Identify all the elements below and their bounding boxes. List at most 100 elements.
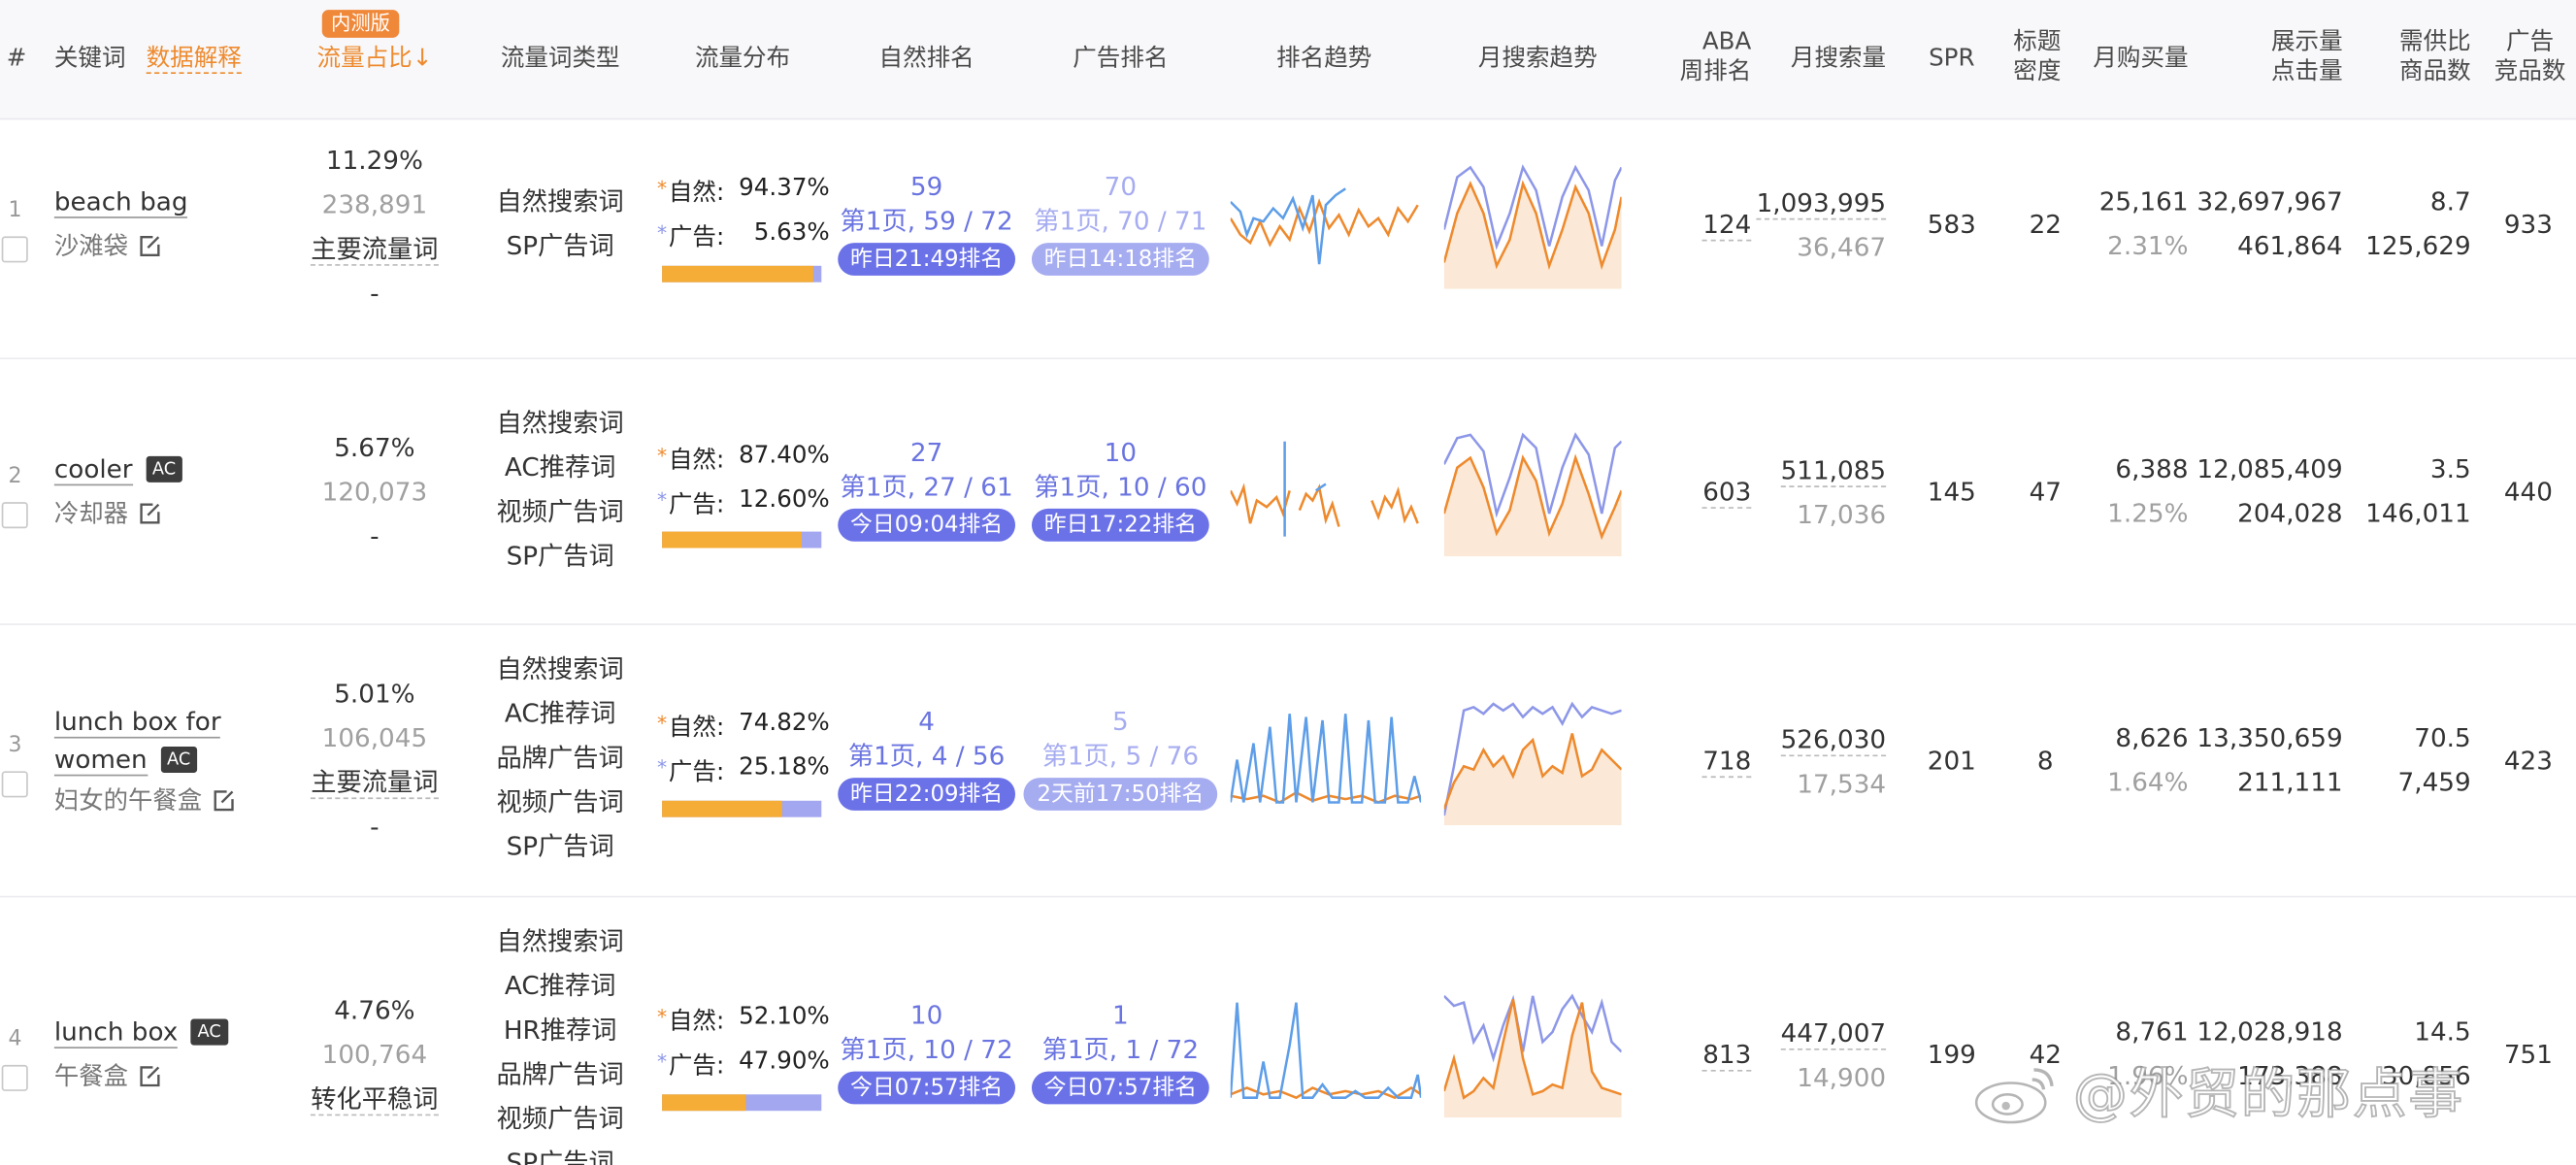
header-impressions-line1: 展示量 (2271, 29, 2343, 56)
keyword-translation: 妇女的午餐盒 (54, 782, 235, 818)
header-ad-competitors[interactable]: 广告 竞品数 (2491, 28, 2569, 87)
ad-rank-cell: 1 第1页, 1 / 72 今日07:57排名 (1022, 999, 1219, 1105)
ad-rank-time-badge[interactable]: 昨日14:18排名 (1031, 243, 1210, 276)
monthly-search-value: 526,030 (1780, 725, 1887, 757)
ad-rank-value: 70 (1104, 172, 1138, 202)
monthly-search: 1,093,995 (1751, 188, 1887, 220)
header-monthly-search[interactable]: 月搜索量 (1765, 45, 1886, 74)
table-row[interactable]: 2 cooler AC 冷却器 5.67% 120,073 - 自然搜索词 AC推… (0, 359, 2576, 625)
keyword-text[interactable]: cooler (53, 454, 133, 486)
traffic-distribution: * 自然: 87.40% * 广告: 12.60% (657, 435, 835, 523)
organic-label: 自然: (668, 1009, 725, 1036)
edit-icon[interactable] (138, 502, 161, 531)
table-row[interactable]: 1 beach bag 沙滩袋 11.29% 238,891 主要流量词 - 自… (0, 119, 2576, 360)
rank-trend-sparkline[interactable] (1230, 711, 1422, 813)
rank-trend-sparkline[interactable] (1230, 185, 1421, 271)
header-traffic-dist: 流量分布 (694, 46, 791, 73)
organic-fill (662, 265, 813, 283)
keyword-link[interactable]: lunch box for women AC (53, 704, 221, 780)
organic-rank-value: 27 (909, 438, 943, 468)
spr-value: 145 (1927, 477, 1976, 508)
organic-label: 自然: (668, 715, 725, 742)
traffic-type: 自然搜索词 (496, 926, 624, 957)
data-explain-text[interactable]: 数据解释 (146, 46, 242, 75)
monthly-search-trend[interactable] (1443, 164, 1622, 289)
ad-rank-time-badge[interactable]: 2天前17:50排名 (1023, 778, 1217, 811)
organic-rank-time-badge[interactable]: 今日07:57排名 (837, 1071, 1016, 1105)
header-traffic-share-sort[interactable]: 流量占比↓ (302, 45, 446, 74)
monthly-search-trend[interactable] (1443, 701, 1622, 826)
ad-pct: 5.63% (753, 219, 830, 247)
keyword-text[interactable]: lunch box (53, 1016, 179, 1048)
data-explain-link[interactable]: 数据解释 (146, 45, 242, 75)
weibo-logo-icon (1971, 1060, 2060, 1126)
keyword-text[interactable]: beach bag (53, 186, 188, 218)
share-label: 主要流量词 (301, 234, 448, 266)
organic-rank-time-badge[interactable]: 昨日22:09排名 (837, 778, 1016, 811)
supply-products: 8.7 125,629 (2349, 181, 2471, 269)
header-index: # (6, 46, 27, 73)
supply-ratio-value: 70.5 (2414, 723, 2471, 753)
header-keyword[interactable]: 关键词 (54, 45, 126, 74)
share-label: 转化平稳词 (301, 1084, 448, 1116)
asterisk-icon: * (657, 177, 668, 201)
traffic-type: 视频广告词 (496, 787, 624, 817)
keyword-cn-text: 妇女的午餐盒 (53, 785, 203, 816)
traffic-type: AC推荐词 (504, 971, 616, 1001)
purchase-value: 8,626 (2115, 723, 2189, 753)
organic-pct: 52.10% (739, 1004, 830, 1031)
keyword-link[interactable]: lunch box AC (53, 1016, 228, 1048)
share-label-text: 主要流量词 (311, 767, 439, 800)
row-checkbox[interactable] (1, 1064, 28, 1091)
traffic-type: AC推荐词 (504, 452, 616, 483)
organic-rank-value: 4 (918, 707, 935, 737)
traffic-type-list: 自然搜索词 AC推荐词 视频广告词 SP广告词 (483, 402, 638, 580)
header-spr[interactable]: SPR (1916, 45, 1988, 74)
monthly-purchase: 8,626 1.64% (2057, 717, 2188, 806)
distribution-bar (662, 800, 822, 817)
monthly-search-trend[interactable] (1443, 431, 1622, 556)
header-title-density[interactable]: 标题 密度 (2007, 28, 2066, 87)
traffic-type: 品牌广告词 (496, 1059, 624, 1090)
edit-icon[interactable] (212, 789, 235, 818)
keyword-text-line2[interactable]: women (53, 745, 148, 777)
organic-rank-value: 10 (909, 1000, 943, 1031)
ad-rank-time-badge[interactable]: 昨日17:22排名 (1031, 508, 1210, 542)
organic-rank-cell: 4 第1页, 4 / 56 昨日22:09排名 (828, 706, 1025, 811)
organic-rank-time-badge[interactable]: 昨日21:49排名 (837, 243, 1016, 276)
organic-rank-time-badge[interactable]: 今日09:04排名 (837, 508, 1016, 542)
products-value: 146,011 (2365, 498, 2471, 529)
table-header: # 关键词 数据解释 内测版 流量占比↓ 流量词类型 流量分布 自然排名 广告排… (0, 0, 2576, 120)
row-checkbox[interactable] (1, 236, 28, 263)
edit-icon[interactable] (138, 235, 161, 264)
rank-trend-sparkline[interactable] (1230, 996, 1422, 1105)
table-row[interactable]: 3 lunch box for women AC 妇女的午餐盒 5.01% 106,… (0, 624, 2576, 898)
keyword-link[interactable]: cooler AC (53, 454, 182, 486)
supply-ratio-value: 8.7 (2429, 186, 2471, 217)
ad-rank-value: 10 (1104, 438, 1138, 468)
purchase-value: 8,761 (2115, 1016, 2189, 1048)
header-impressions[interactable]: 展示量 点击量 (2244, 28, 2343, 87)
header-monthly-purchase[interactable]: 月购买量 (2073, 45, 2188, 74)
header-supply-ratio[interactable]: 需供比 商品数 (2375, 28, 2471, 87)
traffic-type-list: 自然搜索词 SP广告词 (483, 181, 638, 269)
keyword-text[interactable]: lunch box for (53, 707, 221, 739)
organic-rank-page: 第1页, 4 / 56 (847, 741, 1006, 772)
keyword-translation: 冷却器 (54, 495, 161, 531)
header-aba-rank[interactable]: ABA 周排名 (1660, 28, 1752, 87)
rank-trend-sparkline[interactable] (1230, 441, 1421, 544)
organic-fill (662, 800, 781, 817)
keyword-link[interactable]: beach bag (53, 186, 188, 218)
organic-rank-page: 第1页, 59 / 72 (840, 206, 1013, 237)
products-value: 7,459 (2397, 767, 2471, 798)
ad-rank-page: 第1页, 1 / 72 (1041, 1035, 1200, 1065)
keyword-table: # 关键词 数据解释 内测版 流量占比↓ 流量词类型 流量分布 自然排名 广告排… (0, 0, 2576, 1165)
organic-rank-cell: 59 第1页, 59 / 72 昨日21:49排名 (828, 171, 1025, 276)
distribution-bar (662, 1094, 822, 1112)
monthly-search-trend[interactable] (1443, 993, 1622, 1117)
edit-icon[interactable] (138, 1065, 161, 1094)
row-checkbox[interactable] (1, 771, 28, 798)
watermark-text: @外贸的那点事 (2072, 1061, 2464, 1127)
row-checkbox[interactable] (1, 502, 28, 529)
ad-rank-time-badge[interactable]: 今日07:57排名 (1031, 1071, 1210, 1105)
